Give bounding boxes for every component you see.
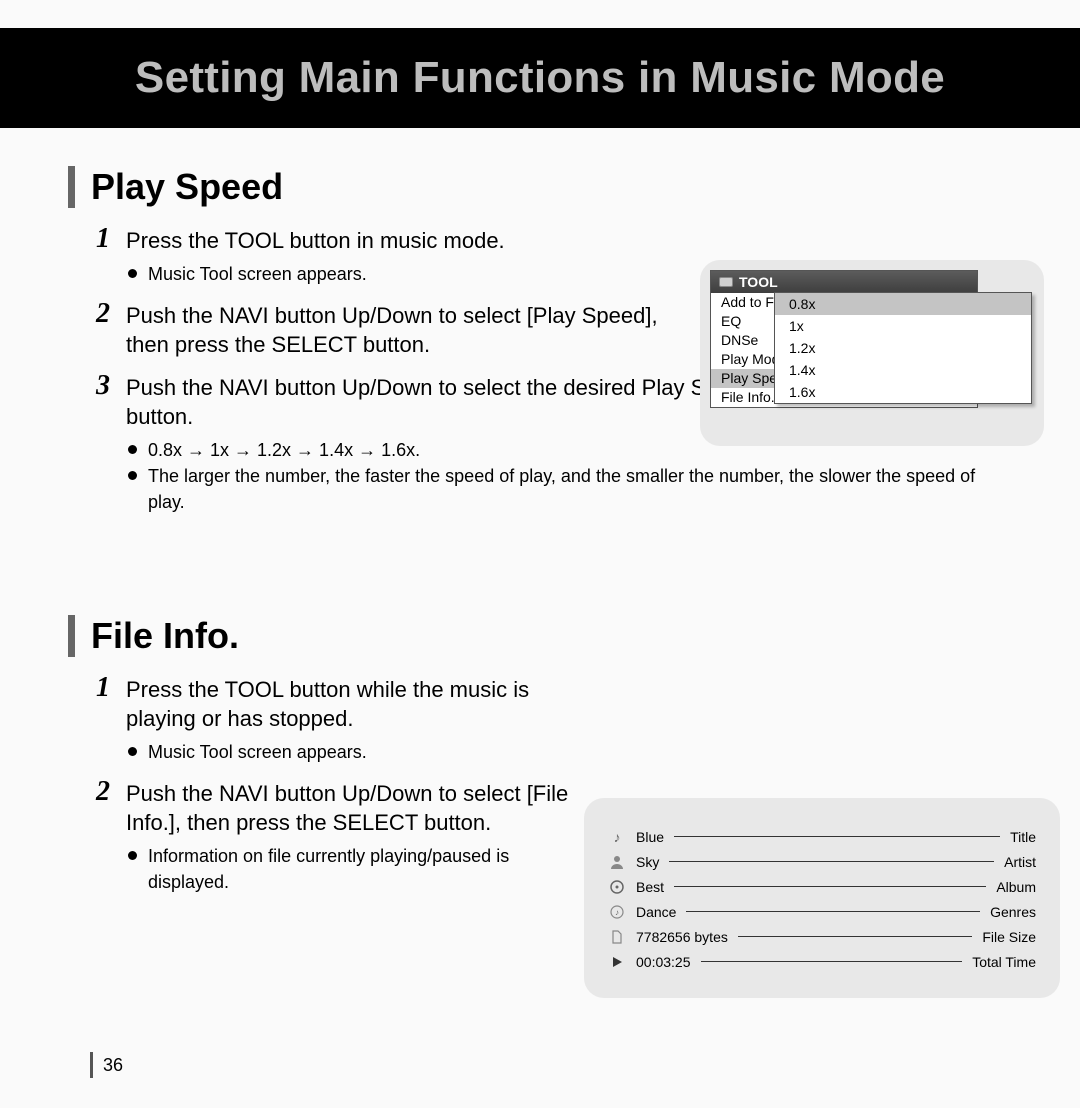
page-number-value: 36 (103, 1055, 123, 1076)
speed-option[interactable]: 1.2x (775, 337, 1031, 359)
section-title: File Info. (91, 615, 239, 657)
info-value: Sky (636, 854, 659, 870)
step-text: Push the NAVI button Up/Down to select [… (126, 779, 586, 837)
disc-icon (608, 879, 626, 895)
step-number: 2 (96, 301, 114, 327)
info-row-title: ♪ Blue Title (608, 824, 1036, 849)
person-icon (608, 854, 626, 870)
step-text: Push the NAVI button Up/Down to select [… (126, 301, 686, 359)
info-label: Genres (990, 904, 1036, 920)
leader-line (686, 911, 980, 912)
info-value: Best (636, 879, 664, 895)
speed-option[interactable]: 1.6x (775, 381, 1031, 403)
leader-line (738, 936, 972, 937)
info-label: Artist (1004, 854, 1036, 870)
info-row-artist: Sky Artist (608, 849, 1036, 874)
info-row-album: Best Album (608, 874, 1036, 899)
leader-line (669, 861, 994, 862)
info-label: Total Time (972, 954, 1036, 970)
file-icon (608, 929, 626, 945)
info-label: File Size (982, 929, 1036, 945)
tool-header: TOOL (711, 271, 977, 293)
step-number: 2 (96, 779, 114, 805)
bullet-item: The larger the number, the faster the sp… (128, 463, 998, 515)
figure-tool-menu: TOOL Add to Favorites EQ DNSe Play Mode … (700, 260, 1044, 446)
section-bar-icon (68, 166, 75, 208)
info-row-genre: ♪ Dance Genres (608, 899, 1036, 924)
section-title: Play Speed (91, 166, 283, 208)
speed-option[interactable]: 1.4x (775, 359, 1031, 381)
svg-text:♪: ♪ (615, 908, 619, 917)
step-text: Press the TOOL button while the music is… (126, 675, 586, 733)
section-bar-icon (68, 615, 75, 657)
page-number: 36 (90, 1052, 123, 1078)
note-icon: ♪ (608, 829, 626, 845)
speed-option[interactable]: 1x (775, 315, 1031, 337)
step-number: 3 (96, 373, 114, 399)
page-number-bar-icon (90, 1052, 93, 1078)
info-value: 7782656 bytes (636, 929, 728, 945)
section-heading-play-speed: Play Speed (68, 166, 1012, 208)
info-label: Title (1010, 829, 1036, 845)
play-icon (608, 954, 626, 970)
page-title: Setting Main Functions in Music Mode (135, 53, 945, 103)
info-row-totaltime: 00:03:25 Total Time (608, 949, 1036, 974)
info-row-filesize: 7782656 bytes File Size (608, 924, 1036, 949)
leader-line (674, 836, 1000, 837)
section-heading-file-info: File Info. (68, 615, 1012, 657)
tool-icon (719, 277, 733, 287)
genre-icon: ♪ (608, 904, 626, 920)
tool-header-label: TOOL (739, 274, 778, 290)
info-value: 00:03:25 (636, 954, 691, 970)
figure-file-info: ♪ Blue Title Sky Artist Best Album ♪ Dan… (584, 798, 1060, 998)
title-bar: Setting Main Functions in Music Mode (0, 28, 1080, 128)
speed-option-selected[interactable]: 0.8x (775, 293, 1031, 315)
step-number: 1 (96, 226, 114, 252)
info-value: Dance (636, 904, 676, 920)
step-number: 1 (96, 675, 114, 701)
info-label: Album (996, 879, 1036, 895)
bullet-item: Music Tool screen appears. (128, 739, 998, 765)
leader-line (701, 961, 963, 962)
step-text: Press the TOOL button in music mode. (126, 226, 505, 255)
bullet-item: Information on file currently playing/pa… (128, 843, 558, 895)
speed-popup: 0.8x 1x 1.2x 1.4x 1.6x (774, 292, 1032, 404)
leader-line (674, 886, 986, 887)
info-value: Blue (636, 829, 664, 845)
